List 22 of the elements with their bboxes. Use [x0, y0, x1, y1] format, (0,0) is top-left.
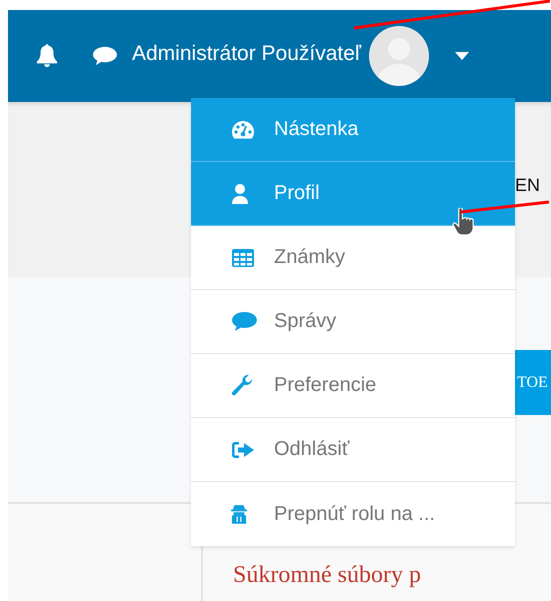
hand-cursor-icon — [452, 208, 474, 236]
dashboard-icon — [231, 120, 255, 140]
menu-item[interactable]: Prepnúť rolu na ... — [191, 482, 515, 546]
sign-out-icon — [231, 440, 255, 460]
user-name[interactable]: Administrátor Používateľ — [132, 42, 362, 66]
chat-icon — [231, 311, 258, 332]
menu-item[interactable]: Správy — [191, 290, 515, 354]
avatar-icon[interactable] — [369, 26, 430, 86]
menu-item[interactable]: Nástenka — [191, 98, 515, 162]
language-menu[interactable]: EN — [515, 175, 551, 196]
spy-icon — [231, 503, 247, 525]
caret-icon[interactable] — [455, 52, 470, 60]
action-button[interactable]: TOE — [515, 350, 551, 415]
user-icon — [231, 182, 249, 204]
menu-item[interactable]: Odhlásiť — [191, 418, 515, 482]
table-icon — [231, 248, 255, 268]
section-heading: Súkromné súbory p — [233, 562, 421, 589]
notification-bell-icon[interactable] — [36, 44, 58, 68]
messages-icon[interactable] — [92, 45, 118, 67]
wrench-icon — [231, 374, 254, 397]
menu-item[interactable]: Preferencie — [191, 354, 515, 418]
menu-item[interactable]: Profil — [191, 162, 515, 226]
